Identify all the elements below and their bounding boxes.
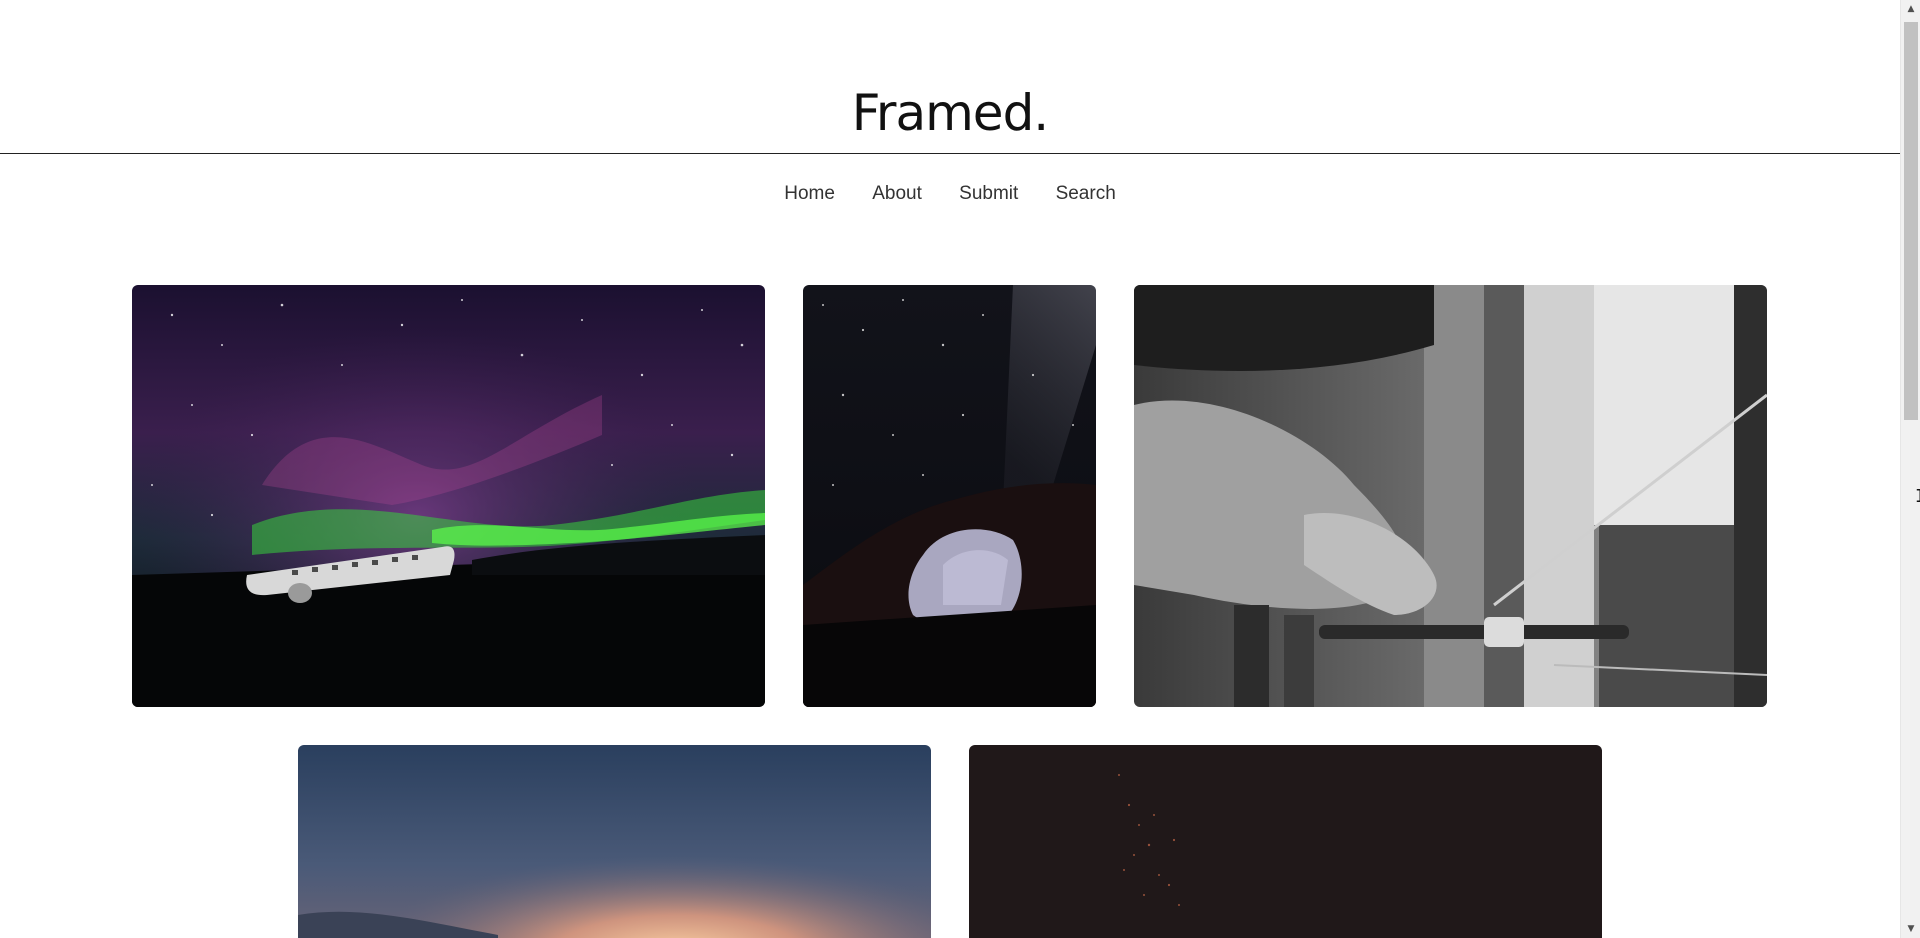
page-scrollbar[interactable]: ▲ ▼ xyxy=(1900,0,1920,938)
dusk-horizon-photo xyxy=(298,745,931,938)
gallery-tile-spinning-hands[interactable] xyxy=(1134,285,1767,707)
dark-sky-photo xyxy=(969,745,1602,938)
site-logo[interactable]: Framed. xyxy=(0,88,1900,138)
gallery-tile-rock-arch[interactable] xyxy=(803,285,1096,707)
nav-item-home[interactable]: Home xyxy=(784,183,835,205)
text-cursor-icon: I xyxy=(1915,486,1920,507)
gallery-tile-dusk-horizon[interactable] xyxy=(298,745,931,938)
triangle-down-icon[interactable]: ▼ xyxy=(1901,920,1920,938)
nav-item-about[interactable]: About xyxy=(872,183,922,205)
nav-item-submit[interactable]: Submit xyxy=(959,183,1018,205)
spinning-hands-photo xyxy=(1134,285,1767,707)
scrollbar-thumb[interactable] xyxy=(1904,22,1918,420)
site-header: Framed. xyxy=(0,0,1900,154)
aurora-photo xyxy=(132,285,765,707)
main-nav: Home About Submit Search xyxy=(0,183,1900,205)
page: Framed. Home About Submit Search xyxy=(0,0,1900,938)
gallery-tile-aurora[interactable] xyxy=(132,285,765,707)
rock-arch-photo xyxy=(803,285,1096,707)
triangle-up-icon[interactable]: ▲ xyxy=(1901,0,1920,18)
gallery-tile-dark-sky[interactable] xyxy=(969,745,1602,938)
nav-item-search[interactable]: Search xyxy=(1056,183,1116,205)
